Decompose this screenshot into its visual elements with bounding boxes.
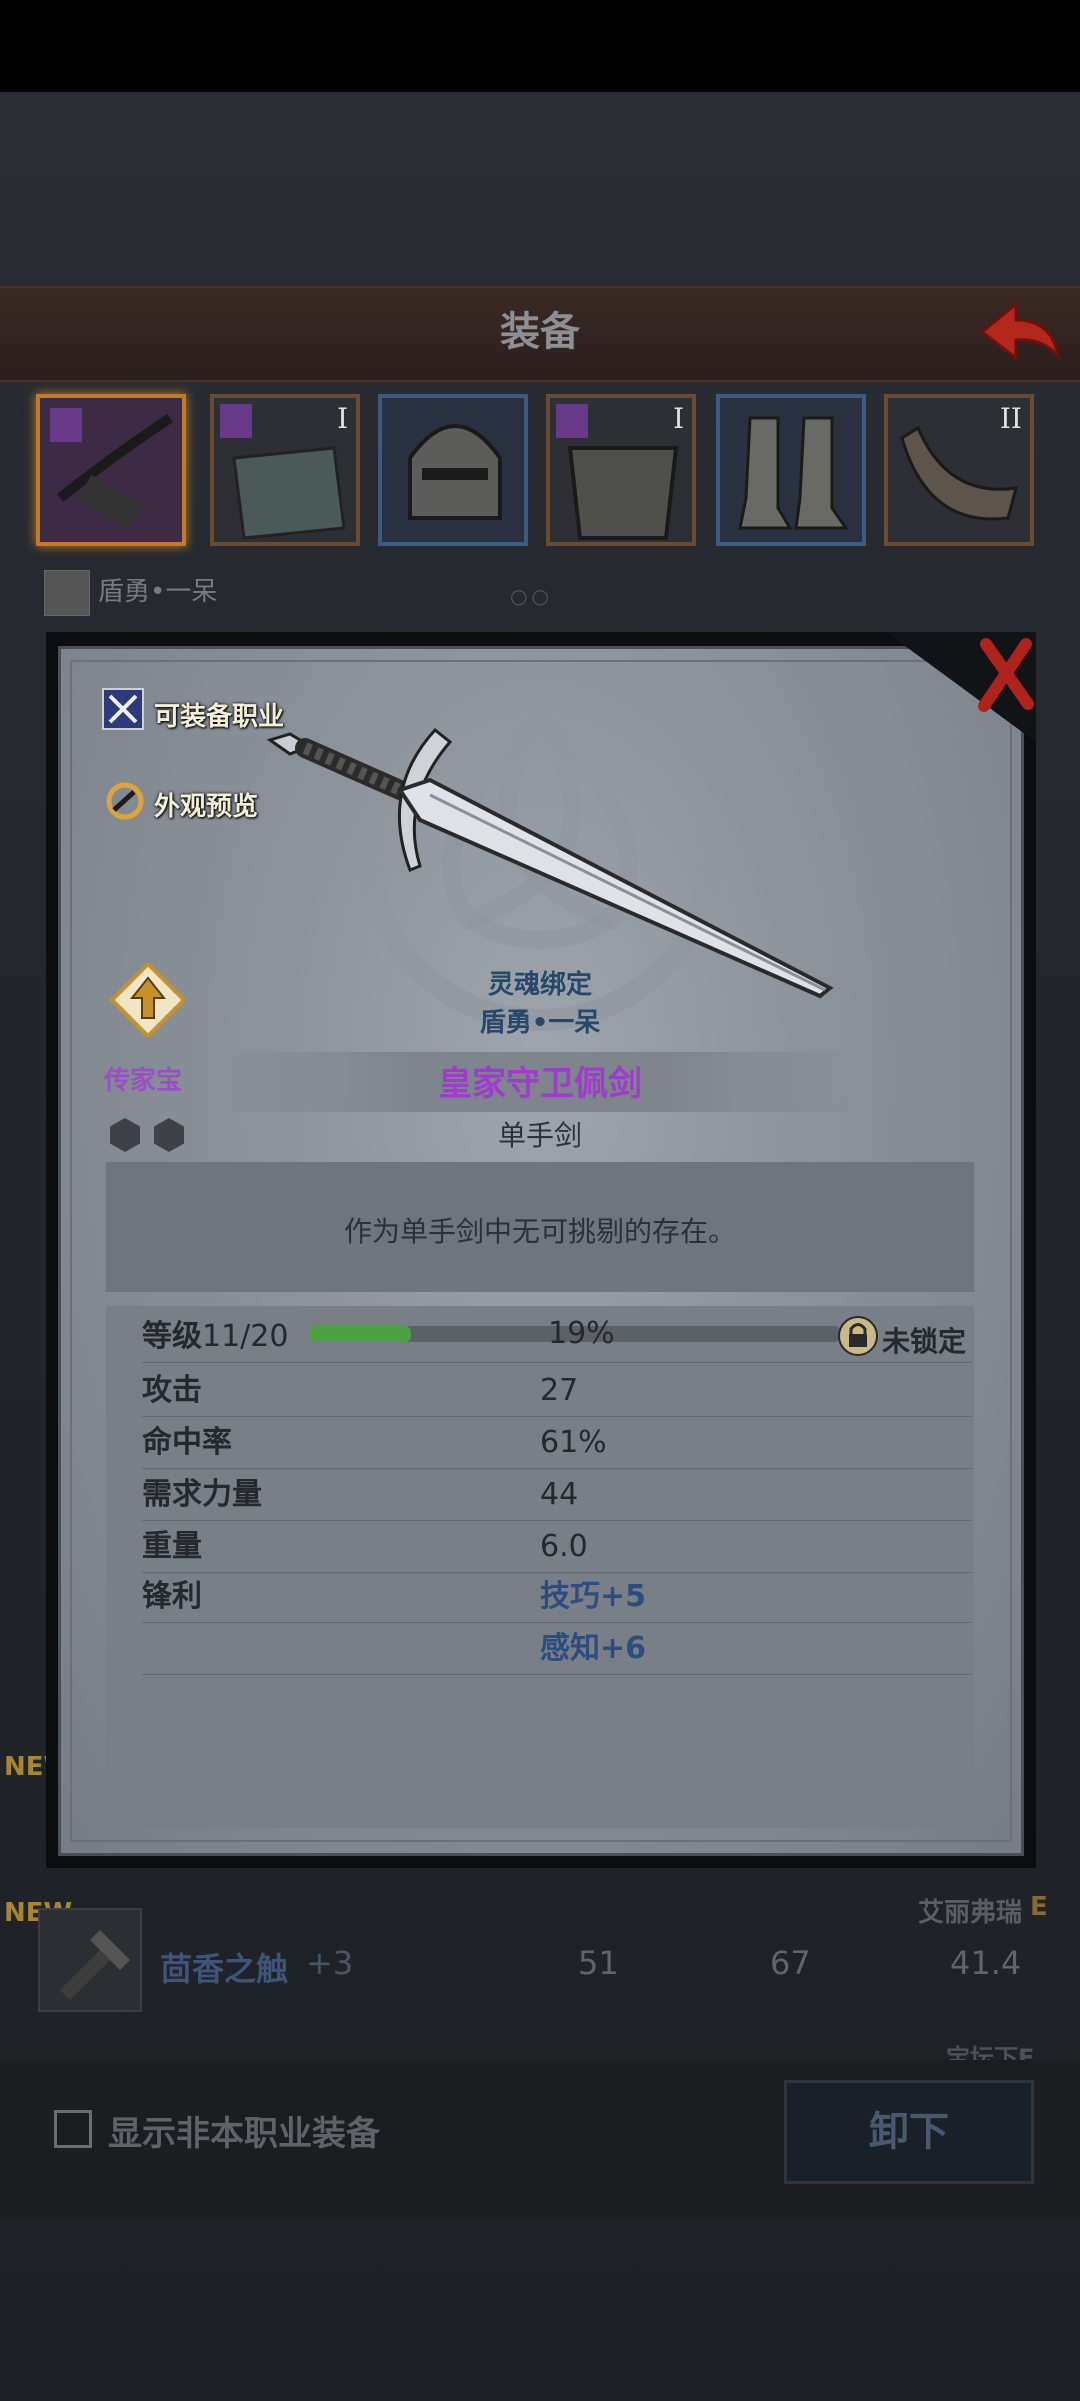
level-progress-fill	[310, 1326, 411, 1342]
item-description: 作为单手剑中无可挑剔的存在。	[343, 1215, 736, 1248]
slot-chest[interactable]: I	[546, 394, 696, 546]
item-owner: 艾丽弗瑞	[918, 1898, 1023, 1928]
level-value: 11/20	[202, 1319, 289, 1354]
item-plus: +3	[306, 1944, 354, 1982]
avatar	[44, 569, 90, 616]
item-stat: 67	[770, 1944, 811, 1982]
tier-label: I	[672, 402, 684, 435]
item-type: 单手剑	[497, 1119, 582, 1152]
stat-value: 61%	[540, 1425, 607, 1460]
stat-label: 攻击	[142, 1373, 202, 1408]
slot-armor[interactable]: I	[210, 394, 360, 546]
lock-status: 未锁定	[882, 1325, 967, 1358]
stat-row: 需求力量 44	[142, 1470, 972, 1521]
item-name: 茴香之触	[160, 1950, 289, 1988]
level-progress-text: 19%	[548, 1316, 615, 1351]
class-icon[interactable]	[102, 688, 144, 730]
character-name: 盾勇•一呆	[98, 577, 218, 607]
tier-label: II	[999, 402, 1022, 435]
stat-value: 技巧+5	[540, 1579, 647, 1614]
stat-row: 锋利 技巧+5	[142, 1572, 972, 1623]
item-grade: E	[1030, 1892, 1048, 1922]
slot-helmet[interactable]	[378, 394, 528, 546]
stat-row: 命中率 61%	[142, 1418, 972, 1469]
item-thumbnail	[38, 1908, 142, 2012]
stat-row: 感知+6	[142, 1624, 972, 1675]
partial-row-owner: 宝坛下E	[946, 2044, 1035, 2060]
slot-accessory[interactable]: II	[884, 394, 1034, 546]
item-name: 皇家守卫佩剑	[438, 1064, 642, 1104]
heirloom-icon	[110, 962, 186, 1038]
stat-label: 锋利	[142, 1579, 202, 1614]
item-stat: 41.4	[950, 1944, 1022, 1982]
show-other-class-checkbox[interactable]	[54, 2110, 92, 2148]
stat-value: 27	[540, 1373, 579, 1408]
list-item[interactable]: 茴香之触 +3 51 67 41.4 艾丽弗瑞 E	[0, 1890, 1080, 2020]
stat-value: 6.0	[540, 1529, 588, 1564]
stat-row: 攻击 27	[142, 1366, 972, 1417]
page-dots: ○○	[510, 584, 553, 608]
weapon-icon	[50, 408, 173, 531]
page-title: 装备	[500, 309, 580, 355]
stat-label: 需求力量	[142, 1477, 262, 1512]
stat-value: 感知+6	[540, 1631, 647, 1666]
unequip-button[interactable]: 卸下	[784, 2080, 1034, 2184]
item-stat: 51	[578, 1944, 619, 1982]
character-info: 盾勇•一呆	[44, 568, 217, 616]
slot-weapon[interactable]	[36, 394, 186, 546]
level-label-text: 等级	[142, 1319, 202, 1354]
stat-label: 命中率	[142, 1425, 232, 1460]
stat-label: 重量	[142, 1529, 202, 1564]
level-label: 等级11/20	[142, 1312, 288, 1362]
tier-label: I	[336, 402, 348, 435]
appearance-preview-icon[interactable]	[104, 780, 146, 822]
boots-icon	[738, 416, 849, 530]
show-other-class-label: 显示非本职业装备	[108, 2114, 380, 2154]
helmet-icon	[408, 424, 502, 520]
stat-value: 44	[540, 1477, 579, 1512]
close-icon[interactable]	[886, 632, 1036, 742]
back-arrow-icon[interactable]	[972, 296, 1064, 366]
stat-row: 重量 6.0	[142, 1522, 972, 1573]
mace-icon	[60, 1930, 130, 2000]
slot-boots[interactable]	[716, 394, 866, 546]
lock-icon[interactable]	[838, 1316, 878, 1356]
status-bar	[0, 0, 1080, 92]
appearance-preview-link[interactable]: 外观预览	[154, 786, 258, 823]
